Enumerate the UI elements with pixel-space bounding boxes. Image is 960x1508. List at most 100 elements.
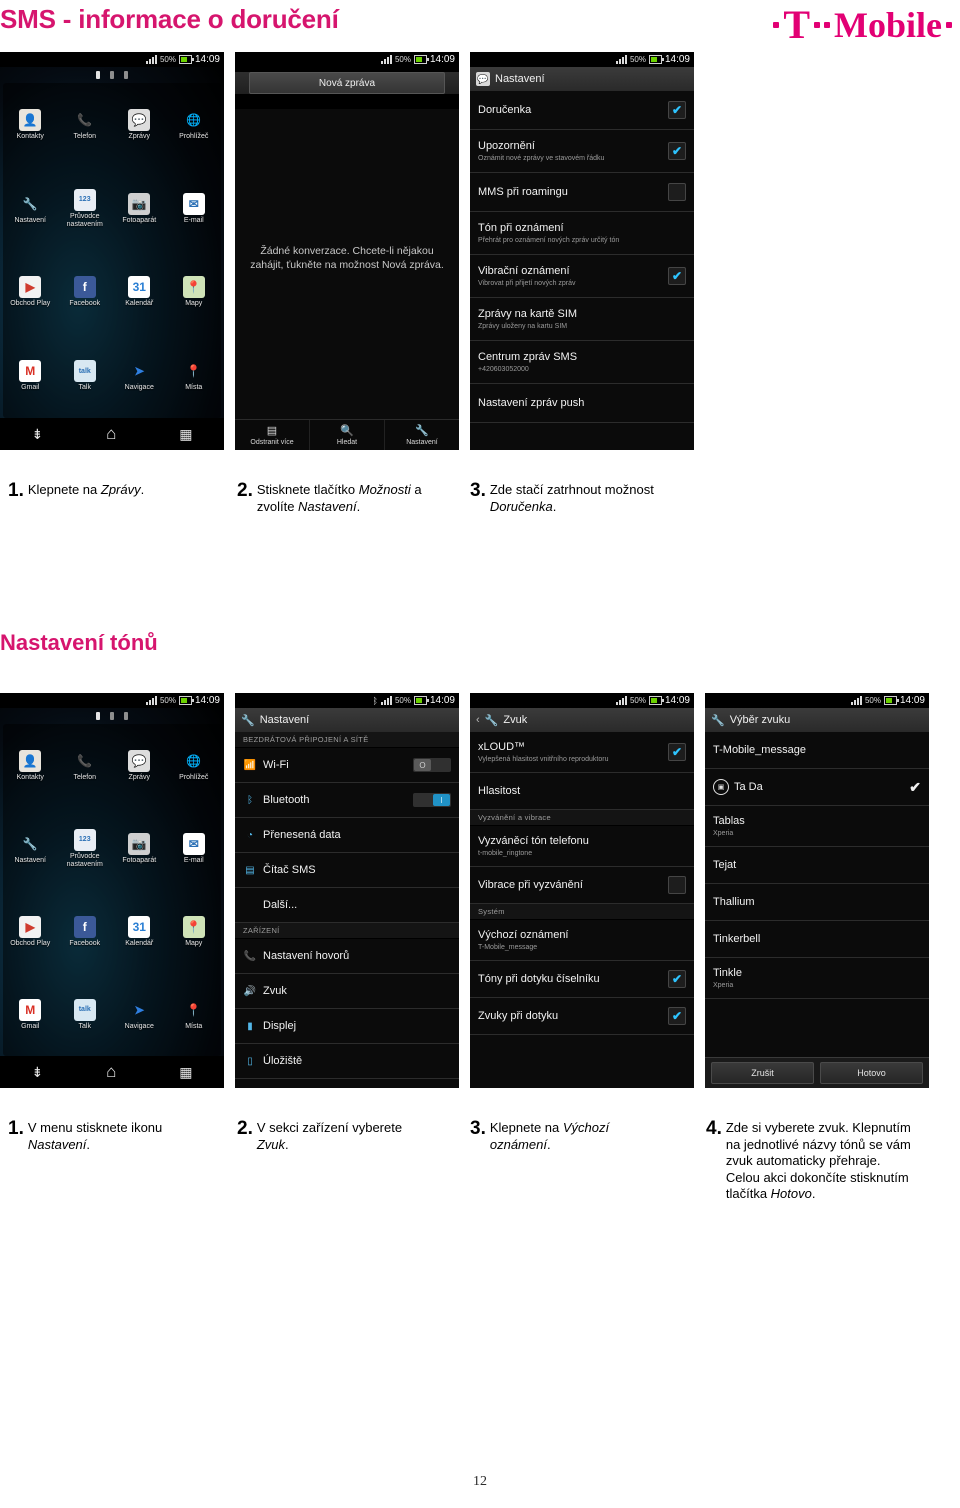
row-sublabel: Vibrovat při přijetí nových zpráv [478, 279, 576, 287]
toggle-switch[interactable]: O [413, 758, 451, 772]
app-icon-prohl-e-[interactable]: 🌐 Prohlížeč [167, 724, 222, 807]
app-icon-gmail[interactable]: M Gmail [3, 973, 58, 1056]
checkbox[interactable]: ✔ [668, 267, 686, 285]
app-icon-telefon[interactable]: 📞 Telefon [58, 724, 113, 807]
sound-row[interactable]: xLOUD™ Vylepšená hlasitost vnitřního repr… [470, 732, 694, 773]
sound-option-row[interactable]: Tinkerbell [705, 921, 929, 958]
page-dot-2 [110, 712, 114, 720]
home-icon[interactable]: ⌂ [106, 1062, 116, 1082]
sound-option-row[interactable]: ▣ Ta Da ✔ [705, 769, 929, 806]
settings-row[interactable]: 📞 Nastavení hovorů [235, 939, 459, 974]
app-icon-kontakty[interactable]: 👤 Kontakty [3, 83, 58, 167]
sound-option-row[interactable]: Tablas Xperia [705, 806, 929, 847]
app-icon-facebook[interactable]: f Facebook [58, 890, 113, 973]
sound-row[interactable]: Hlasitost [470, 773, 694, 810]
apps-grid-icon[interactable]: ▦ [179, 1064, 192, 1081]
app-icon-navigace[interactable]: ➤ Navigace [112, 973, 167, 1056]
app-icon-gmail[interactable]: M Gmail [3, 334, 58, 418]
sound-option-row[interactable]: T-Mobile_message [705, 732, 929, 769]
maps-icon: 📍 [182, 276, 205, 299]
cancel-button[interactable]: Zrušit [711, 1062, 814, 1084]
checkbox[interactable]: ✔ [668, 101, 686, 119]
app-icon-pr-vodce-nastaven-m[interactable]: 123 Průvodce nastavením [58, 167, 113, 251]
row-text: Nastavení zpráv push [478, 397, 584, 410]
app-icon-kalend-[interactable]: 31 Kalendář [112, 251, 167, 335]
title-text: Výběr zvuku [729, 714, 791, 726]
checkbox[interactable]: ✔ [668, 183, 686, 201]
settings-row[interactable]: Tón při oznámení Přehrát pro oznámení nov… [470, 212, 694, 255]
sound-icon: 🔊 [243, 985, 257, 997]
app-icon-pr-vodce-nastaven-m[interactable]: 123 Průvodce nastavením [58, 807, 113, 890]
app-icon-zpr-vy[interactable]: 💬 Zprávy [112, 83, 167, 167]
app-icon-talk[interactable]: talk Talk [58, 973, 113, 1056]
app-icon-telefon[interactable]: 📞 Telefon [58, 83, 113, 167]
email-icon: ✉ [182, 192, 205, 215]
settings-row[interactable]: ◔ Přenesená data [235, 818, 459, 853]
settings-list: BEZDRÁTOVÁ PŘIPOJENÍ A SÍTĚ 📶 Wi-Fi O ᛒ Bluet… [235, 732, 459, 1088]
back-chevron-icon[interactable]: ‹ [476, 714, 480, 726]
back-list-icon[interactable]: ⇟ [31, 426, 43, 443]
sound-row[interactable]: Vyzváněcí tón telefonu t-mobile_ringtone [470, 826, 694, 867]
app-icon-e-mail[interactable]: ✉ E-mail [167, 807, 222, 890]
title-text: Zvuk [503, 714, 528, 726]
app-icon-kontakty[interactable]: 👤 Kontakty [3, 724, 58, 807]
app-icon-m-sta[interactable]: 📍 Místa [167, 334, 222, 418]
new-message-button[interactable]: Nová zpráva [249, 72, 445, 94]
app-label: Místa [185, 1022, 203, 1030]
toggle-knob: I [433, 794, 450, 806]
sound-option-row[interactable]: Tinkle Xperia [705, 958, 929, 999]
app-icon-facebook[interactable]: f Facebook [58, 251, 113, 335]
settings-row[interactable]: MMS při roamingu ✔ [470, 173, 694, 212]
app-icon-fotoapar-t[interactable]: 📷 Fotoaparát [112, 167, 167, 251]
app-icon-mapy[interactable]: 📍 Mapy [167, 890, 222, 973]
sound-row[interactable]: Zvuky při dotyku ✔ [470, 998, 694, 1035]
sound-row[interactable]: Výchozí oznámení T-Mobile_message [470, 920, 694, 961]
setup-guide-icon: 123 [73, 828, 96, 851]
app-icon-obchod-play[interactable]: ▶ Obchod Play [3, 251, 58, 335]
bottom-bar-hledat[interactable]: 🔍 Hledat [310, 420, 385, 450]
sound-row[interactable]: Vibrace při vyzvánění ✔ [470, 867, 694, 904]
app-icon-prohl-e-[interactable]: 🌐 Prohlížeč [167, 83, 222, 167]
app-icon-fotoapar-t[interactable]: 📷 Fotoaparát [112, 807, 167, 890]
sound-row[interactable]: Tóny při dotyku číselníku ✔ [470, 961, 694, 998]
bottom-bar-odstranit-v-ce[interactable]: ▤ Odstranit více [235, 420, 310, 450]
app-icon-m-sta[interactable]: 📍 Místa [167, 973, 222, 1056]
app-icon-mapy[interactable]: 📍 Mapy [167, 251, 222, 335]
settings-row[interactable]: ▯ Úložiště [235, 1044, 459, 1079]
done-button[interactable]: Hotovo [820, 1062, 923, 1084]
bottom-bar-nastaven-[interactable]: 🔧 Nastavení [385, 420, 459, 450]
app-label: Talk [78, 1022, 91, 1030]
settings-row[interactable]: Vibrační oznámení Vibrovat při přijetí no… [470, 255, 694, 298]
app-icon-nastaven-[interactable]: 🔧 Nastavení [3, 167, 58, 251]
settings-row[interactable]: ▤ Čítač SMS [235, 853, 459, 888]
checkbox[interactable]: ✔ [668, 1007, 686, 1025]
contacts-icon: 👤 [19, 108, 42, 131]
settings-row[interactable]: ᛒ Bluetooth I [235, 783, 459, 818]
app-icon-e-mail[interactable]: ✉ E-mail [167, 167, 222, 251]
sound-option-row[interactable]: Thallium [705, 884, 929, 921]
settings-row[interactable]: ▮ Displej [235, 1009, 459, 1044]
app-icon-navigace[interactable]: ➤ Navigace [112, 334, 167, 418]
app-icon-kalend-[interactable]: 31 Kalendář [112, 890, 167, 973]
toggle-switch[interactable]: I [413, 793, 451, 807]
settings-row[interactable]: Upozornění Oznámit nové zprávy ve stavové… [470, 130, 694, 173]
checkbox[interactable]: ✔ [668, 142, 686, 160]
settings-row[interactable]: Zprávy na kartě SIM Zprávy uloženy na kar… [470, 298, 694, 341]
back-list-icon[interactable]: ⇟ [31, 1064, 43, 1081]
app-icon-obchod-play[interactable]: ▶ Obchod Play [3, 890, 58, 973]
settings-row[interactable]: 🔊 Zvuk [235, 974, 459, 1009]
apps-grid-icon[interactable]: ▦ [179, 426, 192, 443]
checkbox[interactable]: ✔ [668, 970, 686, 988]
home-icon[interactable]: ⌂ [106, 424, 116, 444]
settings-row[interactable]: 📶 Wi-Fi O [235, 748, 459, 783]
app-icon-zpr-vy[interactable]: 💬 Zprávy [112, 724, 167, 807]
app-icon-talk[interactable]: talk Talk [58, 334, 113, 418]
settings-row[interactable]: Centrum zpráv SMS +420603052000 [470, 341, 694, 384]
checkbox[interactable]: ✔ [668, 743, 686, 761]
app-icon-nastaven-[interactable]: 🔧 Nastavení [3, 807, 58, 890]
checkbox[interactable]: ✔ [668, 876, 686, 894]
settings-row[interactable]: Další... [235, 888, 459, 923]
settings-row[interactable]: Doručenka ✔ [470, 91, 694, 130]
settings-row[interactable]: Nastavení zpráv push [470, 384, 694, 423]
sound-option-row[interactable]: Tejat [705, 847, 929, 884]
